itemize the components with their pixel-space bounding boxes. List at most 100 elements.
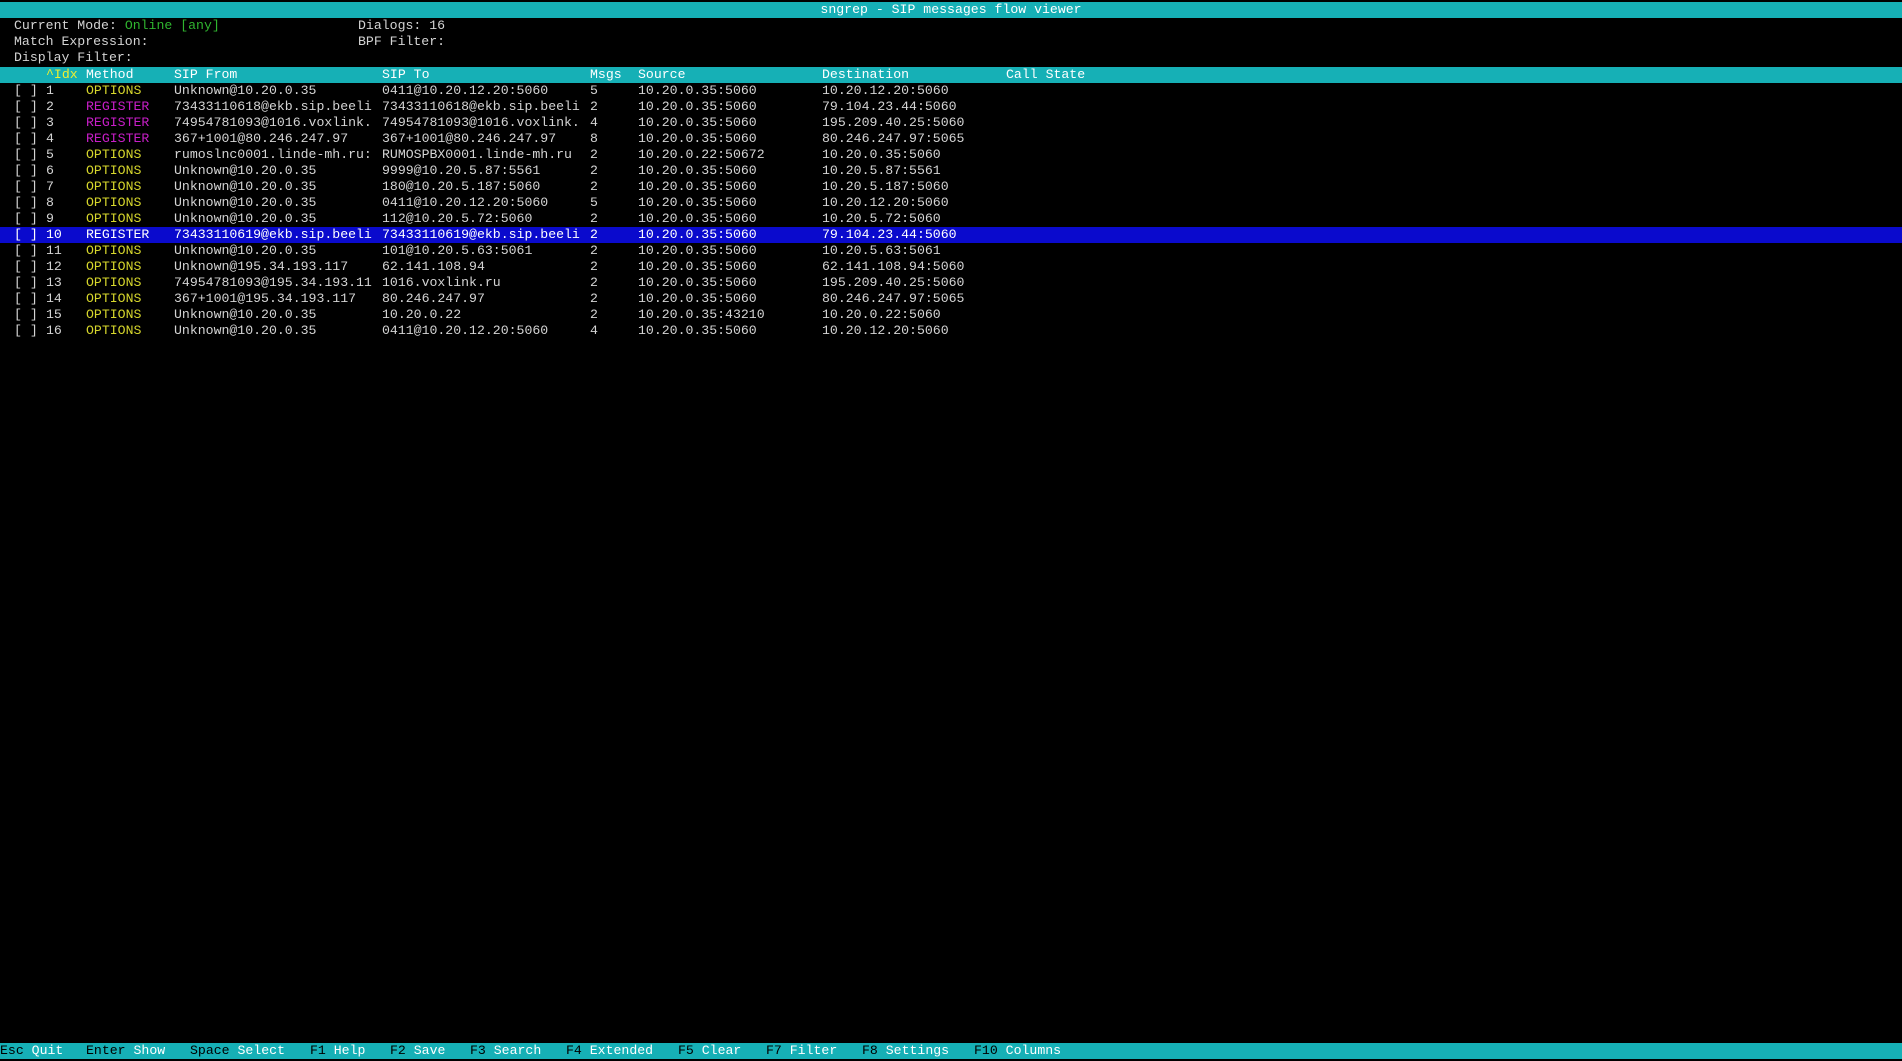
- call-row[interactable]: [ ] 6 OPTIONS Unknown@10.20.0.35 9999@10.20.…: [0, 163, 1902, 179]
- row-checkbox[interactable]: [ ]: [14, 179, 38, 195]
- key-label: F3: [470, 1043, 486, 1058]
- key-f5-clear[interactable]: F5 Clear: [678, 1043, 741, 1059]
- row-msgs: 2: [590, 163, 598, 178]
- row-msgs: 4: [590, 115, 598, 130]
- call-row[interactable]: [ ] 13 OPTIONS 74954781093@195.34.193.11 101…: [0, 275, 1902, 291]
- row-msgs: 2: [590, 243, 598, 258]
- row-to: 74954781093@1016.voxlink.: [382, 115, 580, 130]
- row-idx: 6: [46, 163, 54, 178]
- row-msgs: 2: [590, 227, 598, 242]
- row-to: RUMOSPBX0001.linde-mh.ru: [382, 147, 572, 162]
- row-msgs: 5: [590, 83, 598, 98]
- row-from: Unknown@10.20.0.35: [174, 211, 317, 226]
- key-label: F7: [766, 1043, 782, 1058]
- current-mode-value: Online [any]: [124, 18, 220, 33]
- call-row[interactable]: [ ] 12 OPTIONS Unknown@195.34.193.117 62.141…: [0, 259, 1902, 275]
- key-f2-save[interactable]: F2 Save: [390, 1043, 445, 1059]
- column-destination[interactable]: Destination: [822, 67, 909, 83]
- key-label: F10: [974, 1043, 998, 1058]
- call-list: [ ] 1 OPTIONS Unknown@10.20.0.35 0411@10.20.…: [0, 83, 1902, 339]
- key-action: Show: [133, 1043, 166, 1058]
- row-checkbox[interactable]: [ ]: [14, 259, 38, 275]
- row-destination: 79.104.23.44:5060: [822, 99, 957, 114]
- call-row[interactable]: [ ] 16 OPTIONS Unknown@10.20.0.35 0411@10.20…: [0, 323, 1902, 339]
- column-sip-to[interactable]: SIP To: [382, 67, 429, 83]
- row-msgs: 8: [590, 131, 598, 146]
- row-destination: 10.20.0.22:5060: [822, 307, 941, 322]
- call-row[interactable]: [ ] 15 OPTIONS Unknown@10.20.0.35 10.20.0.22…: [0, 307, 1902, 323]
- column-source[interactable]: Source: [638, 67, 685, 83]
- call-row[interactable]: [ ] 9 OPTIONS Unknown@10.20.0.35 112@10.20.5…: [0, 211, 1902, 227]
- row-to: 0411@10.20.12.20:5060: [382, 83, 549, 98]
- row-source: 10.20.0.35:5060: [638, 83, 757, 98]
- call-row[interactable]: [ ] 7 OPTIONS Unknown@10.20.0.35 180@10.20.5…: [0, 179, 1902, 195]
- row-checkbox[interactable]: [ ]: [14, 115, 38, 131]
- column-msgs[interactable]: Msgs: [590, 67, 622, 83]
- column-call-state[interactable]: Call State: [1006, 67, 1085, 83]
- row-to: 180@10.20.5.187:5060: [382, 179, 541, 194]
- row-method: OPTIONS: [86, 275, 142, 290]
- row-from: Unknown@10.20.0.35: [174, 195, 317, 210]
- column-method[interactable]: Method: [86, 67, 133, 83]
- row-checkbox[interactable]: [ ]: [14, 147, 38, 163]
- row-checkbox[interactable]: [ ]: [14, 131, 38, 147]
- key-f7-filter[interactable]: F7 Filter: [766, 1043, 837, 1059]
- row-msgs: 2: [590, 99, 598, 114]
- row-checkbox[interactable]: [ ]: [14, 83, 38, 99]
- row-to: 62.141.108.94: [382, 259, 485, 274]
- key-action: Filter: [789, 1043, 838, 1058]
- key-f4-extended[interactable]: F4 Extended: [566, 1043, 653, 1059]
- window-title: sngrep - SIP messages flow viewer: [0, 2, 1902, 18]
- row-checkbox[interactable]: [ ]: [14, 243, 38, 259]
- call-row[interactable]: [ ] 5 OPTIONS rumoslnc0001.linde-mh.ru: RUMO…: [0, 147, 1902, 163]
- row-checkbox[interactable]: [ ]: [14, 307, 38, 323]
- row-checkbox[interactable]: [ ]: [14, 323, 38, 339]
- row-to: 9999@10.20.5.87:5561: [382, 163, 541, 178]
- row-source: 10.20.0.35:5060: [638, 227, 757, 242]
- key-enter-show[interactable]: Enter Show: [86, 1043, 165, 1059]
- row-checkbox[interactable]: [ ]: [14, 99, 38, 115]
- call-row[interactable]: [ ] 11 OPTIONS Unknown@10.20.0.35 101@10.20.…: [0, 243, 1902, 259]
- key-f1-help[interactable]: F1 Help: [310, 1043, 365, 1059]
- row-checkbox[interactable]: [ ]: [14, 163, 38, 179]
- row-method: REGISTER: [86, 99, 150, 114]
- row-method: OPTIONS: [86, 291, 142, 306]
- call-row[interactable]: [ ] 14 OPTIONS 367+1001@195.34.193.117 80.24…: [0, 291, 1902, 307]
- row-checkbox[interactable]: [ ]: [14, 291, 38, 307]
- row-destination: 10.20.0.35:5060: [822, 147, 941, 162]
- row-destination: 10.20.12.20:5060: [822, 83, 949, 98]
- row-idx: 16: [46, 323, 62, 338]
- call-row-selected[interactable]: [ ] 10 REGISTER 73433110619@ekb.sip.beeli 73…: [0, 227, 1902, 243]
- call-row[interactable]: [ ] 3 REGISTER 74954781093@1016.voxlink. 749…: [0, 115, 1902, 131]
- display-filter-label[interactable]: Display Filter:: [14, 50, 133, 66]
- row-source: 10.20.0.35:5060: [638, 99, 757, 114]
- call-row[interactable]: [ ] 2 REGISTER 73433110618@ekb.sip.beeli 734…: [0, 99, 1902, 115]
- row-checkbox[interactable]: [ ]: [14, 275, 38, 291]
- row-idx: 11: [46, 243, 62, 258]
- column-sip-from[interactable]: SIP From: [174, 67, 237, 83]
- row-checkbox[interactable]: [ ]: [14, 227, 38, 243]
- row-from: Unknown@195.34.193.117: [174, 259, 349, 274]
- row-idx: 14: [46, 291, 62, 306]
- row-to: 112@10.20.5.72:5060: [382, 211, 533, 226]
- row-source: 10.20.0.35:5060: [638, 243, 757, 258]
- row-method: OPTIONS: [86, 259, 142, 274]
- key-f3-search[interactable]: F3 Search: [470, 1043, 541, 1059]
- row-checkbox[interactable]: [ ]: [14, 195, 38, 211]
- key-f8-settings[interactable]: F8 Settings: [862, 1043, 949, 1059]
- call-row[interactable]: [ ] 1 OPTIONS Unknown@10.20.0.35 0411@10.20.…: [0, 83, 1902, 99]
- call-row[interactable]: [ ] 8 OPTIONS Unknown@10.20.0.35 0411@10.20.…: [0, 195, 1902, 211]
- call-row[interactable]: [ ] 4 REGISTER 367+1001@80.246.247.97 367+10…: [0, 131, 1902, 147]
- row-from: Unknown@10.20.0.35: [174, 163, 317, 178]
- row-to: 1016.voxlink.ru: [382, 275, 501, 290]
- row-source: 10.20.0.35:5060: [638, 179, 757, 194]
- column-idx[interactable]: ^Idx: [46, 67, 78, 83]
- row-checkbox[interactable]: [ ]: [14, 211, 38, 227]
- row-destination: 79.104.23.44:5060: [822, 227, 957, 242]
- key-space-select[interactable]: Space Select: [190, 1043, 285, 1059]
- row-to: 0411@10.20.12.20:5060: [382, 195, 549, 210]
- row-method: OPTIONS: [86, 307, 142, 322]
- match-expression-label[interactable]: Match Expression:: [14, 34, 149, 50]
- key-esc-quit[interactable]: Esc Quit: [0, 1043, 63, 1059]
- key-f10-columns[interactable]: F10 Columns: [974, 1043, 1061, 1059]
